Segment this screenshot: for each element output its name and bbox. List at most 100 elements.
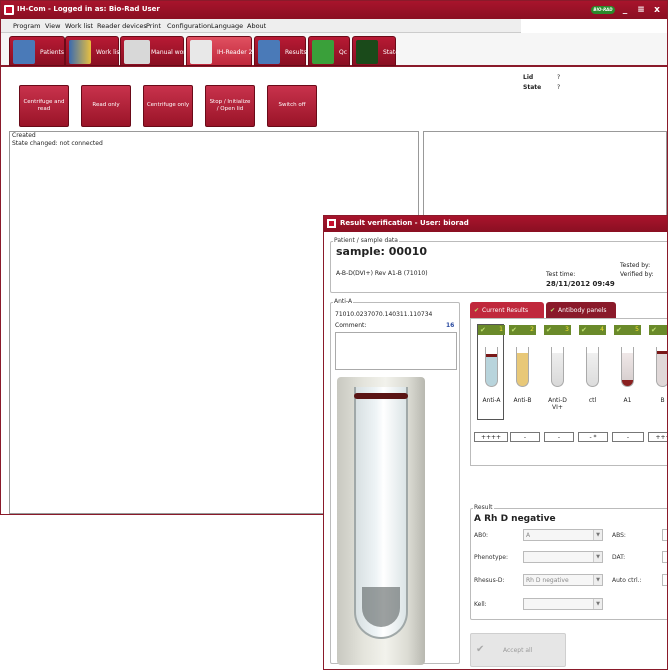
abo-label: AB0: — [474, 532, 489, 539]
centrifuge-only-button[interactable]: Centrifuge only — [143, 85, 193, 127]
bio-rad-logo: BIO-RAD — [591, 6, 615, 14]
tab-state[interactable]: State — [352, 36, 399, 66]
vial — [621, 347, 634, 387]
tab-ih-reader[interactable]: IH-Reader 24 — [186, 36, 256, 66]
well-3[interactable]: ✔ 3 Anti-D VI+ — [543, 324, 571, 420]
maximize-button[interactable]: ≡ — [635, 4, 647, 16]
menu-print[interactable]: Print — [146, 22, 161, 30]
well-label: Anti-A — [482, 397, 501, 404]
tab-work-list[interactable]: Work list — [65, 36, 122, 66]
menu-language[interactable]: Language — [211, 22, 243, 30]
well-label: Anti-D VI+ — [548, 397, 567, 411]
abs-field[interactable] — [662, 529, 667, 541]
verification-title: Result verification - User: biorad — [340, 219, 469, 227]
tab-results[interactable]: Results — [254, 36, 307, 66]
abo-select[interactable]: A ▼ — [523, 529, 603, 541]
tab-label: IH-Reader 24 — [217, 49, 257, 56]
results-icon — [258, 40, 280, 64]
switch-off-button[interactable]: Switch off — [267, 85, 317, 127]
tab-label: Qc — [339, 49, 348, 56]
menu-bar: Program View Work list Reader devices Pr… — [1, 19, 521, 33]
well-4[interactable]: ✔ 4 ctl — [578, 324, 606, 420]
phenotype-select[interactable]: ▼ — [523, 551, 603, 563]
close-button[interactable]: x — [651, 4, 663, 16]
vial — [485, 347, 498, 387]
tube-body — [354, 387, 408, 639]
minimize-button[interactable]: _ — [619, 4, 631, 16]
result-group-label: Result — [473, 504, 494, 511]
nav-bar: Patients Work list Manual work IH-Reader… — [1, 33, 667, 67]
tab-qc[interactable]: Qc — [308, 36, 350, 66]
agglutination-band — [486, 354, 497, 357]
rhesus-label: Rhesus-D: — [474, 577, 505, 584]
tested-by-label: Tested by: — [620, 262, 651, 269]
tube-bottom-shadow — [362, 587, 400, 627]
score-5: - — [612, 432, 644, 442]
read-only-button[interactable]: Read only — [81, 85, 131, 127]
check-icon: ✔ — [511, 326, 517, 334]
chevron-down-icon: ▼ — [593, 575, 602, 585]
menu-configuration[interactable]: Configuration — [167, 22, 211, 30]
well-header: ✔ 2 — [509, 325, 536, 335]
app-icon — [4, 5, 14, 15]
abs-label: ABS: — [612, 532, 626, 539]
well-header: ✔ 1 — [478, 325, 505, 335]
tab-current-results[interactable]: ✔ Current Results — [470, 302, 544, 318]
tab-antibody-panels[interactable]: ✔ Antibody panels — [546, 302, 616, 318]
state-value: ? — [557, 84, 561, 91]
sample-id: sample: 00010 — [336, 245, 428, 258]
auto-ctrl-field[interactable] — [662, 574, 667, 586]
test-time-value: 28/11/2012 09:49 — [546, 280, 615, 288]
worklist-icon — [69, 40, 91, 64]
state-label: State — [523, 84, 542, 91]
well-number: 4 — [600, 326, 604, 333]
tab-label: Manual work — [151, 49, 190, 56]
check-icon: ✔ — [474, 306, 480, 314]
tab-patients[interactable]: Patients — [9, 36, 65, 66]
rhesus-value: Rh D negative — [526, 577, 569, 584]
reader-icon — [190, 40, 212, 64]
dat-field[interactable] — [662, 551, 667, 563]
check-icon: ✔ — [550, 306, 556, 314]
verification-title-bar: Result verification - User: biorad — [324, 216, 667, 232]
score-3: - — [544, 432, 574, 442]
check-icon: ✔ — [616, 326, 622, 334]
rhesus-select[interactable]: Rh D negative ▼ — [523, 574, 603, 586]
score-1: ++++ — [474, 432, 508, 442]
well-6[interactable]: ✔6 B — [648, 324, 667, 420]
accept-all-button[interactable]: ✔ Accept all — [470, 633, 566, 667]
well-1[interactable]: ✔ 1 Anti-A — [477, 324, 505, 420]
lid-label: Lid — [523, 74, 534, 81]
kell-label: Kell: — [474, 601, 487, 608]
kell-select[interactable]: ▼ — [523, 598, 603, 610]
agglutination-band — [354, 393, 408, 399]
comment-input[interactable] — [335, 332, 457, 370]
well-number: 3 — [565, 326, 569, 333]
check-icon: ✔ — [651, 326, 657, 334]
check-icon: ✔ — [546, 326, 552, 334]
centrifuge-and-read-button[interactable]: Centrifuge and read — [19, 85, 69, 127]
tab-label: Results — [285, 49, 307, 56]
log-line: Created — [12, 132, 36, 139]
well-5[interactable]: ✔ 5 A1 — [613, 324, 641, 420]
stop-initialize-button[interactable]: Stop / Initialize / Open lid — [205, 85, 255, 127]
result-verification-window: Result verification - User: biorad Patie… — [323, 215, 668, 670]
verified-by-label: Verified by: — [620, 271, 654, 278]
app-icon — [327, 219, 336, 228]
test-name: A-B-D(DVI+) Rev A1-B (71010) — [336, 270, 428, 277]
well-2[interactable]: ✔ 2 Anti-B — [508, 324, 536, 420]
patient-group-label: Patient / sample data — [333, 237, 399, 244]
menu-reader-devices[interactable]: Reader devices — [97, 22, 147, 30]
tab-label: Current Results — [482, 306, 529, 314]
command-area: Centrifuge and read Read only Centrifuge… — [9, 71, 667, 131]
menu-work-list[interactable]: Work list — [65, 22, 93, 30]
menu-view[interactable]: View — [45, 22, 60, 30]
well-header: ✔ 5 — [614, 325, 641, 335]
menu-program[interactable]: Program — [13, 22, 40, 30]
accept-all-label: Accept all — [503, 647, 533, 654]
tab-manual-work[interactable]: Manual work — [120, 36, 189, 66]
lid-value: ? — [557, 74, 561, 81]
well-header: ✔ 4 — [579, 325, 606, 335]
menu-about[interactable]: About — [247, 22, 266, 30]
state-icon — [356, 40, 378, 64]
